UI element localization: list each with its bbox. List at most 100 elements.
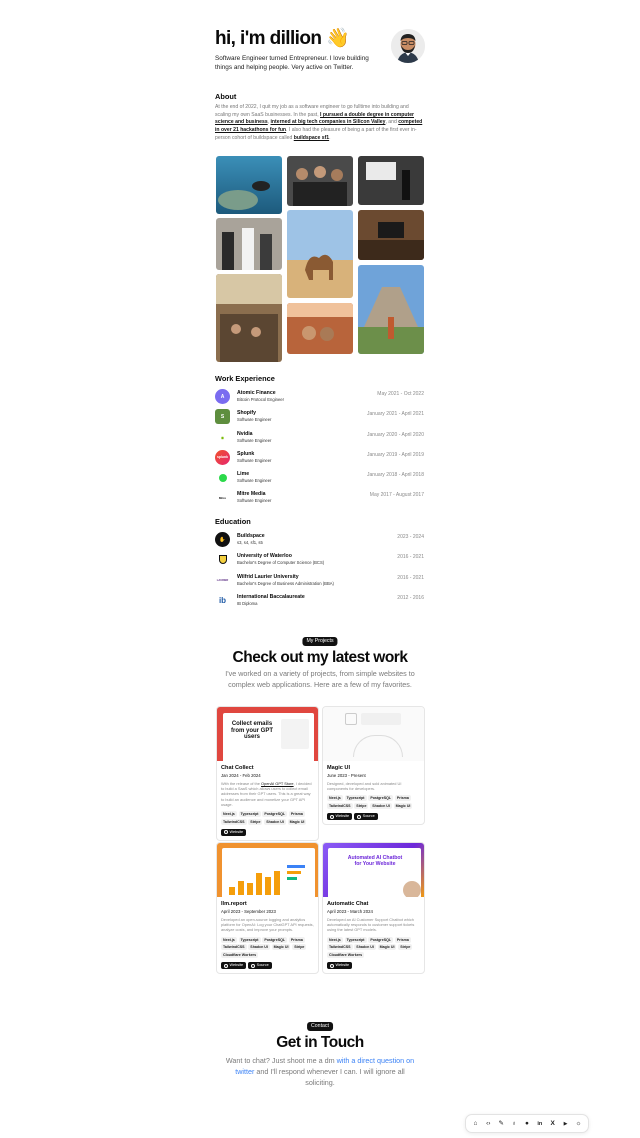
contact-text-part: and I'll respond whenever I can. I will …	[254, 1067, 405, 1087]
tech-tag: Stripe	[398, 944, 413, 951]
photo-hall	[216, 274, 282, 362]
buildspace-logo-icon: ✋	[215, 532, 230, 547]
project-dates: April 2023 - September 2023	[221, 909, 276, 914]
project-title: Magic UI	[327, 765, 351, 771]
waterloo-logo-icon	[215, 552, 230, 568]
github-icon	[251, 963, 256, 968]
project-title: llm.report	[221, 901, 247, 907]
education-degree: Bachelor's Degree of Business Administra…	[237, 580, 334, 586]
website-button[interactable]: Website	[221, 828, 247, 836]
work-item[interactable]: ◉ Nvidia Software Engineer January 2020 …	[215, 428, 425, 448]
education-school: Wilfrid Laurier University	[237, 573, 299, 580]
work-company: Lime	[237, 471, 250, 478]
project-thumbnail	[217, 843, 318, 897]
tech-tag: PostgreSQL	[368, 936, 394, 943]
education-item[interactable]: LAURIER Wilfrid Laurier University Bache…	[215, 571, 425, 591]
work-item[interactable]: splunk Splunk Software Engineer January …	[215, 448, 425, 468]
project-description: Designed, developed and sold animated UI…	[327, 781, 402, 792]
tech-tag: Prisma	[288, 936, 305, 943]
contact-text-part: Want to chat? Just shoot me a dm	[225, 1056, 337, 1065]
work-dates: January 2018 - April 2018	[367, 472, 424, 479]
project-description: With the release of the OpenAI GPT Store…	[221, 781, 314, 807]
about-section: About At the end of 2022, I quit my job …	[215, 92, 425, 143]
project-thumbnail: Collect emails from your GPT users	[217, 707, 318, 761]
tech-tag: Shadcn UI	[248, 944, 270, 951]
education-item[interactable]: University of Waterloo Bachelor's Degree…	[215, 550, 425, 570]
project-card-chat-collect[interactable]: Collect emails from your GPT users Chat …	[216, 706, 319, 841]
education-dates: 2016 - 2021	[397, 574, 424, 581]
project-card-magic-ui[interactable]: Magic UI June 2023 - Present Designed, d…	[322, 706, 425, 826]
sun-icon[interactable]: ☼	[573, 1120, 583, 1128]
work-item[interactable]: Lime Software Engineer January 2018 - Ap…	[215, 468, 425, 488]
source-label: Source	[256, 963, 269, 968]
project-dates: April 2023 - March 2024	[327, 909, 373, 914]
work-company: Nvidia	[237, 430, 253, 437]
education-dates: 2012 - 2016	[397, 594, 424, 601]
website-button[interactable]: Website	[327, 813, 353, 821]
website-button[interactable]: Website	[327, 962, 353, 970]
laurier-logo-icon: LAURIER	[215, 572, 230, 588]
project-dates: Jan 2024 - Feb 2024	[221, 773, 261, 778]
tag-list: Next.js Typescript PostgreSQL Prisma Tai…	[221, 936, 314, 959]
website-label: Website	[229, 829, 244, 834]
github-icon[interactable]: ●	[522, 1120, 532, 1128]
lime-logo-icon	[215, 470, 230, 486]
tech-tag: Magic UI	[271, 944, 291, 951]
youtube-icon[interactable]: ▶	[561, 1120, 571, 1128]
project-card-llm-report[interactable]: llm.report April 2023 - September 2023 D…	[216, 842, 319, 975]
avatar	[391, 29, 425, 63]
education-degree: Bachelor's Degree of Computer Science (B…	[237, 560, 325, 566]
website-label: Website	[335, 963, 350, 968]
education-dates: 2016 - 2021	[397, 554, 424, 561]
education-section: Education ✋ Buildspace s3, s4, sf1, s5 2…	[215, 517, 425, 611]
linkedin-icon[interactable]: in	[535, 1120, 545, 1128]
ib-logo-icon: ib	[215, 592, 230, 608]
work-item[interactable]: Mitre Mitre Media Software Engineer May …	[215, 488, 425, 508]
work-item[interactable]: A Atomic Finance Bitcoin Protocol Engine…	[215, 387, 425, 407]
tech-tag: TailwindCSS	[327, 803, 353, 810]
website-button[interactable]: Website	[221, 962, 247, 970]
thumbnail-headline: Collect emails from your GPT users	[230, 721, 273, 740]
hero-section: hi, i'm dillion 👋 Software Engineer turn…	[215, 26, 425, 82]
x-icon[interactable]: X	[548, 1120, 558, 1128]
work-company: Mitre Media	[237, 491, 266, 498]
tech-tag: Cloudflare Workers	[221, 952, 259, 959]
about-text-part: , and	[385, 119, 399, 126]
code-icon[interactable]: ‹›	[483, 1120, 493, 1128]
big-tech-link[interactable]: interned at big tech companies in Silico…	[271, 119, 386, 125]
education-item[interactable]: ✋ Buildspace s3, s4, sf1, s5 2023 - 2024	[215, 530, 425, 550]
tech-tag: Prisma	[394, 795, 411, 802]
pencil-icon[interactable]: ✎	[496, 1120, 506, 1128]
work-role: Software Engineer	[237, 498, 272, 504]
tech-tag: Stripe	[292, 944, 307, 951]
source-button[interactable]: Source	[354, 813, 378, 821]
project-thumbnail: Automated AI Chatbot for Your Website	[323, 843, 424, 897]
website-label: Website	[229, 963, 244, 968]
tag-list: Next.js Typescript PostgreSQL Prisma Tai…	[327, 936, 420, 959]
globe-icon	[224, 830, 228, 835]
work-company: Atomic Finance	[237, 390, 276, 396]
project-thumbnail	[323, 707, 424, 761]
project-title: Automatic Chat	[327, 901, 369, 907]
tech-tag: Shadcn UI	[264, 818, 286, 825]
tech-tag: TailwindCSS	[221, 944, 247, 951]
tech-tag: Prisma	[288, 811, 305, 818]
education-item[interactable]: ib International Baccalaureate IB Diplom…	[215, 591, 425, 611]
photo-camel	[287, 210, 353, 298]
bulb-icon[interactable]: ♁	[509, 1120, 519, 1128]
work-item[interactable]: S Shopify Software Engineer January 2021…	[215, 407, 425, 427]
splunk-logo-icon: splunk	[215, 449, 230, 465]
about-text: At the end of 2022, I quit my job as a s…	[215, 104, 425, 143]
photo-canyon	[287, 303, 353, 354]
tech-tag: Typescript	[238, 811, 261, 818]
photo-pyramid	[358, 265, 424, 354]
source-button[interactable]: Source	[248, 962, 272, 970]
project-card-automatic-chat[interactable]: Automated AI Chatbot for Your Website Au…	[322, 842, 425, 975]
home-icon[interactable]: ⌂	[470, 1120, 480, 1128]
about-heading: About	[215, 92, 237, 101]
buildspace-link[interactable]: buildspace sf1	[294, 135, 329, 141]
github-icon	[357, 814, 362, 819]
photo-group	[287, 156, 353, 206]
contact-title: Get in Touch	[276, 1034, 364, 1051]
education-school: Buildspace	[237, 533, 265, 539]
